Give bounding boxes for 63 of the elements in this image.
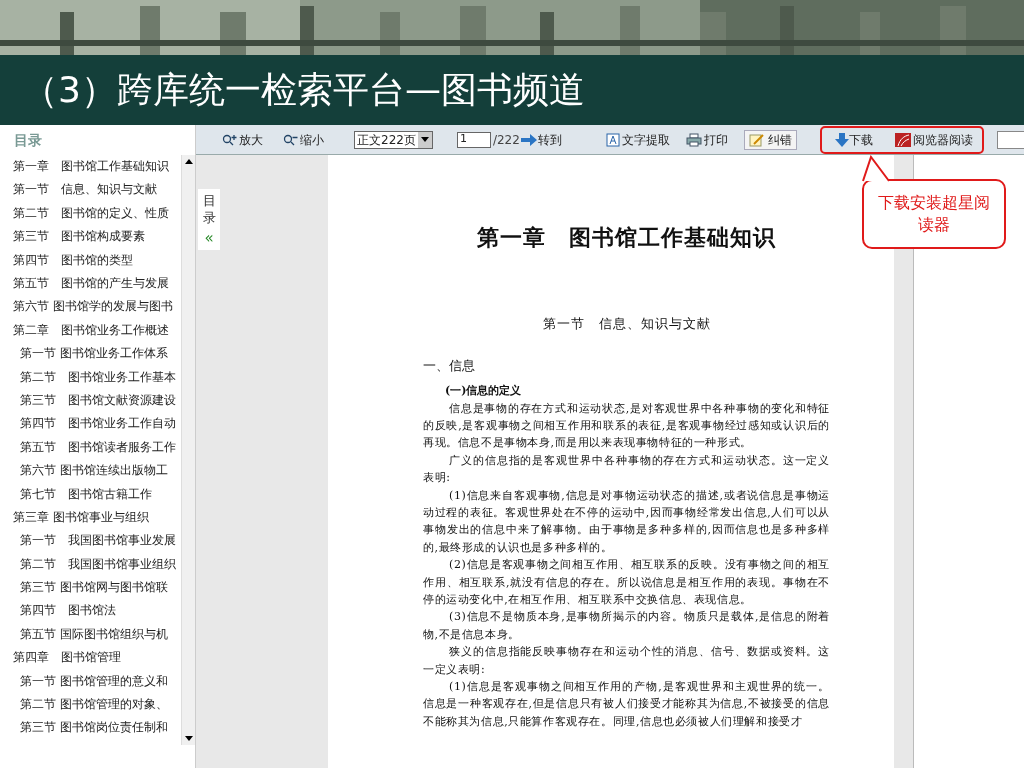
reader-button[interactable]: 阅览器阅读 xyxy=(894,130,973,149)
toc-item[interactable]: 第二节 图书馆管理的对象、 xyxy=(0,693,181,717)
correct-button[interactable]: 纠错 xyxy=(743,129,797,150)
zoom-out-button[interactable]: 缩小 xyxy=(283,130,324,149)
zoom-in-button[interactable]: 放大 xyxy=(222,130,263,149)
download-button[interactable]: 下载 xyxy=(834,130,873,149)
printer-icon xyxy=(685,132,702,147)
toc-item[interactable]: 第二节 图书馆业务工作基本 xyxy=(0,365,181,389)
toc-item[interactable]: 第四章 图书馆管理 xyxy=(0,646,181,670)
toc-item[interactable]: 第三节 图书馆构成要素 xyxy=(0,225,181,249)
magnifier-minus-icon xyxy=(283,132,299,147)
toc-item[interactable]: 第五节 国际图书馆组织与机 xyxy=(0,622,181,647)
toc-item[interactable]: 第三章 图书馆事业与组织 xyxy=(0,505,181,530)
toc-item[interactable]: 第七节 图书馆古籍工作 xyxy=(0,482,181,506)
extract-text-button[interactable]: 文字提取 xyxy=(605,130,670,149)
body-paragraph: 信息是事物的存在方式和运动状态,是对客观世界中各种事物的变化和特征的反映,是客观事物之间相互作用和联系的表征,是客观事物经过感知或认识后的再现。信息不是事物本身,而是用以来表现事物特征的一种形式。 xyxy=(423,400,830,452)
text-frame-icon xyxy=(605,132,620,147)
toc-item[interactable]: 第二章 图书馆业务工作概述 xyxy=(0,318,181,343)
toc-item[interactable]: 第五节 图书馆读者服务工作 xyxy=(0,435,181,460)
side-tab-label: 目录 xyxy=(202,193,216,227)
scrollbar[interactable] xyxy=(181,155,195,745)
heading: 一、信息 xyxy=(423,356,476,375)
toc-item[interactable]: 第一节 图书馆业务工作体系 xyxy=(0,342,181,366)
toc-item[interactable]: 第三节 图书馆岗位责任制和 xyxy=(0,716,181,740)
goto-button[interactable]: 转到 xyxy=(519,130,562,149)
toc-item[interactable]: 第一节 信息、知识与文献 xyxy=(0,178,181,202)
toc-item[interactable]: 第六节 图书馆连续出版物工 xyxy=(0,459,181,483)
toc-item[interactable]: 第二节 图书馆的定义、性质 xyxy=(0,201,181,226)
collapse-toggle[interactable]: « xyxy=(204,230,214,246)
magnifier-plus-icon xyxy=(222,132,238,147)
toc-item[interactable]: 第三节 图书馆文献资源建设 xyxy=(0,388,181,413)
pencil-icon xyxy=(748,132,765,147)
toc-item[interactable]: 第四节 图书馆业务工作自动 xyxy=(0,412,181,436)
toc-item[interactable]: 第三节 图书馆网与图书馆联 xyxy=(0,576,181,600)
body-paragraph: (3)信息不是物质本身,是事物所揭示的内容。物质只是载体,是信息的附着物,不是信息本身。 xyxy=(423,609,830,643)
body-paragraph: (1)信息是客观事物之间相互作用的产物,是客观世界和主观世界的统一。信息是一种客观存在,但是信息只有被人们接受才能称其为信息,不被接受的信息不能称其为信息,只能算作客观存在。同理,信息也必须被人们理解和接受才 xyxy=(423,679,830,730)
toc-item[interactable]: 第五节 图书馆的产生与发展 xyxy=(0,271,181,296)
slide-title: （3）跨库统一检索平台—图书频道 xyxy=(22,72,585,108)
body-paragraph: (1)信息来自客观事物,信息是对事物运动状态的描述,或者说信息是事物运动过程的表征。客观世界处在不停的运动中,因而事物经常发出信息,人们可以从事物发出的信息中来了解事物。由于事物是多种多样的,因而信息也是多种多样的,最终形成的认识也是多种多样的。 xyxy=(423,487,830,556)
callout-text: 下载安装超星阅读器 xyxy=(877,192,991,236)
print-button[interactable]: 打印 xyxy=(685,130,728,149)
section-title: 第一节 信息、知识与文献 xyxy=(541,315,712,333)
toc-item[interactable]: 第四节 图书馆法 xyxy=(0,599,181,623)
toc-item[interactable]: 第一节 图书馆管理的意义和 xyxy=(0,669,181,693)
page-total: /222 xyxy=(492,131,520,149)
body-paragraph: 狭义的信息指能反映事物存在和运动个性的消息、信号、数据或资料。这一定义表明: xyxy=(423,644,830,678)
toc-item[interactable]: 第四节 图书馆的类型 xyxy=(0,248,181,272)
arrow-down-icon xyxy=(834,132,849,147)
arrow-right-icon xyxy=(519,132,538,147)
body-paragraph: (2)信息是客观事物之间相互作用、相互联系的反映。没有事物之间的相互作用、相互联系,就没有信息的存在。所以说信息是相互作用的表现。事物在不停的运动变化中,在相互作用、相互联系中交换信息、表现信息。 xyxy=(423,557,830,608)
toc-item[interactable]: 第六节 图书馆学的发展与图书 xyxy=(0,295,181,319)
search-field[interactable] xyxy=(996,130,1024,149)
page-number-field[interactable]: 1 xyxy=(456,131,491,148)
toc-item[interactable]: 第二节 我国图书馆事业组织 xyxy=(0,552,181,577)
chapter-title: 第一章 图书馆工作基础知识 xyxy=(476,223,777,252)
subheading: (一)信息的定义 xyxy=(445,383,523,399)
reader-logo-icon xyxy=(894,132,911,147)
toc-item[interactable]: 第一节 我国图书馆事业发展 xyxy=(0,529,181,553)
page-select[interactable]: 正文222页 xyxy=(354,130,433,149)
side-tab[interactable]: 目录 « xyxy=(198,189,220,250)
toc-item[interactable]: 第一章 图书馆工作基础知识 xyxy=(0,155,181,179)
body-paragraph: 广义的信息指的是客观世界中各种事物的存在方式和运动状态。这一定义表明: xyxy=(423,452,830,487)
toc-title: 目录 xyxy=(13,130,43,150)
